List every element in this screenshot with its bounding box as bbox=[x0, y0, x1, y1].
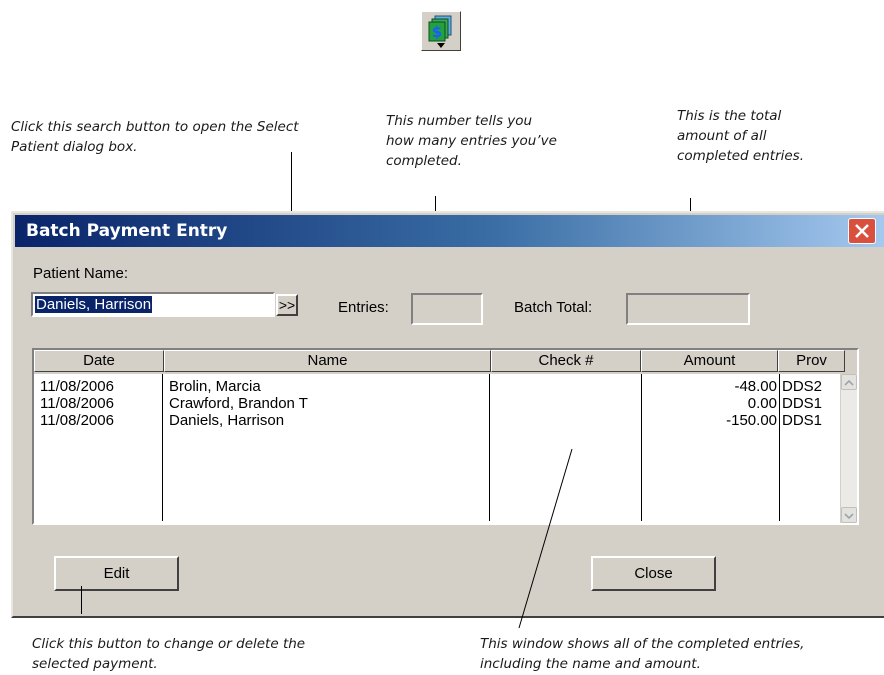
callout-edit-button: Click this button to change or delete th… bbox=[32, 636, 306, 672]
callout-list-window: This window shows all of the completed e… bbox=[480, 636, 805, 672]
callout-list-leader bbox=[518, 448, 573, 629]
